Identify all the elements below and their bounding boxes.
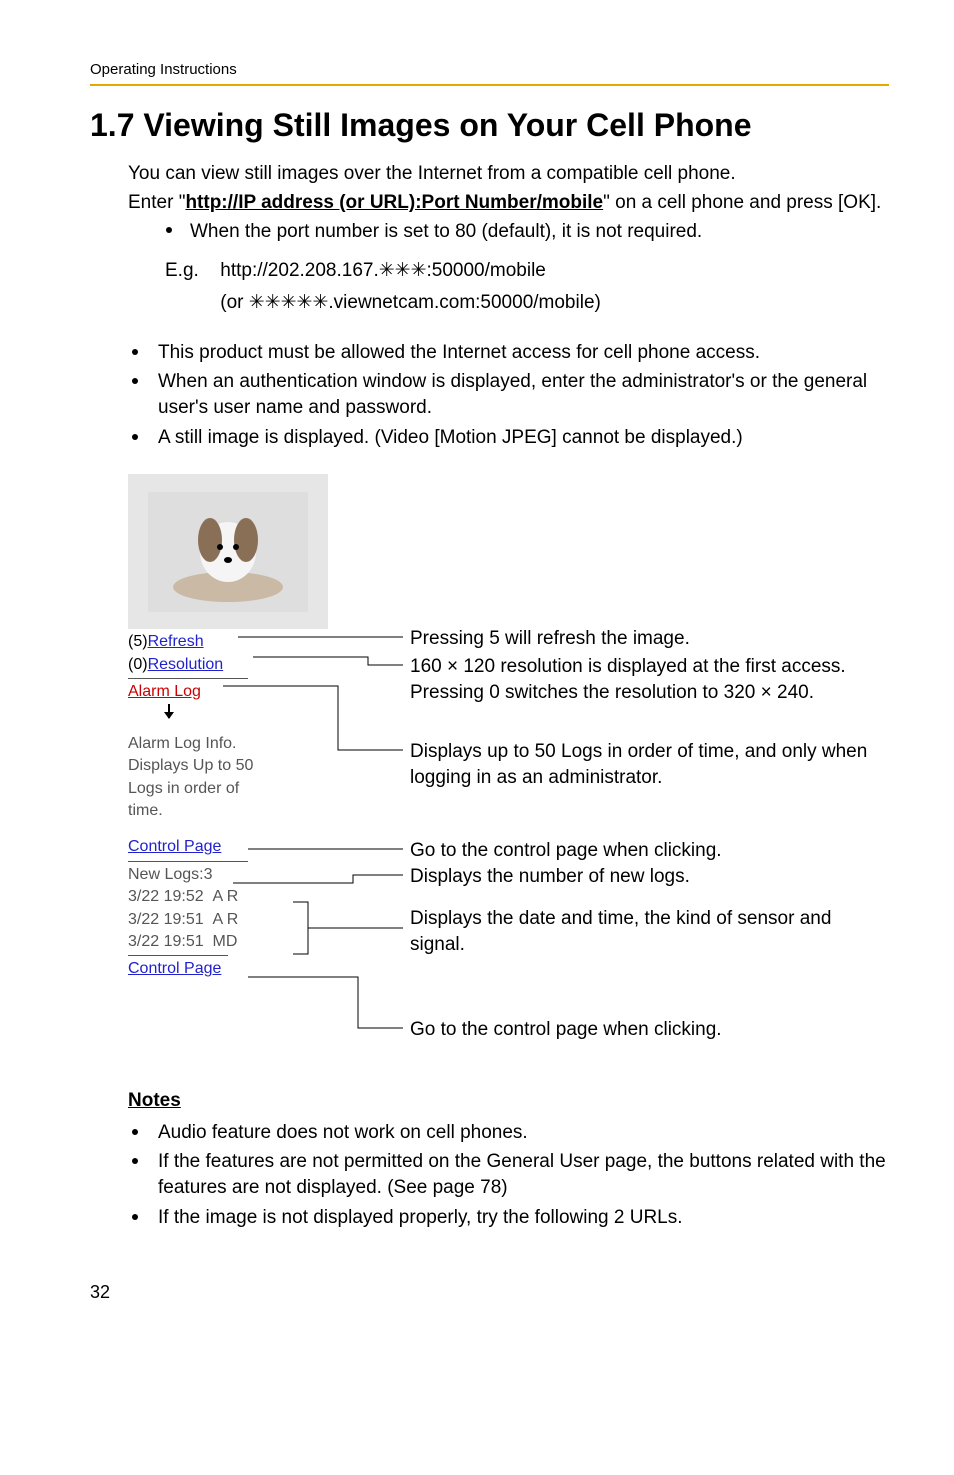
phone-hr-2 [128, 861, 248, 862]
example-line-1: http://202.208.167.✳✳✳:50000/mobile [220, 258, 601, 284]
note-1: Audio feature does not work on cell phon… [128, 1120, 889, 1146]
dog-icon [148, 492, 308, 612]
page: Operating Instructions 1.7 Viewing Still… [0, 0, 954, 1345]
alarm-info-1: Alarm Log Info. [128, 733, 328, 755]
running-header: Operating Instructions [90, 60, 889, 80]
resolution-line: (0)Resolution [128, 654, 328, 676]
main-bullet-list: This product must be allowed the Interne… [128, 340, 889, 451]
log-row-1: 3/22 19:52 A R [128, 886, 328, 908]
new-logs: New Logs:3 [128, 864, 328, 886]
main-bullet-1: This product must be allowed the Interne… [128, 340, 889, 366]
header-divider [90, 84, 889, 86]
note-3: If the image is not displayed properly, … [128, 1205, 889, 1231]
diagram: (5)Refresh (0)Resolution Alarm Log Alarm… [128, 474, 889, 1064]
bullet-dot-icon [166, 227, 172, 233]
intro-line-2: Enter "http://IP address (or URL):Port N… [128, 190, 889, 216]
example-block: E.g. http://202.208.167.✳✳✳:50000/mobile… [165, 258, 889, 321]
callout-refresh: Pressing 5 will refresh the image. [410, 626, 690, 652]
camera-image-placeholder [128, 474, 328, 629]
notes-list: Audio feature does not work on cell phon… [128, 1120, 889, 1231]
callout-control-top: Go to the control page when clicking. [410, 838, 722, 864]
page-title: 1.7 Viewing Still Images on Your Cell Ph… [90, 104, 889, 147]
notes-heading: Notes [128, 1088, 889, 1114]
control-page-link-bottom[interactable]: Control Page [128, 960, 221, 977]
callout-resolution: 160 × 120 resolution is displayed at the… [410, 654, 905, 705]
alarm-log-link[interactable]: Alarm Log [128, 683, 201, 700]
callout-new-logs: Displays the number of new logs. [410, 864, 690, 890]
phone-hr-3 [128, 955, 228, 956]
refresh-link[interactable]: Refresh [148, 633, 204, 650]
alarm-info-3: Logs in order of [128, 778, 328, 800]
intro-sub-bullet: When the port number is set to 80 (defau… [166, 219, 889, 245]
callout-date-time: Displays the date and time, the kind of … [410, 906, 890, 957]
main-bullet-2: When an authentication window is display… [128, 369, 889, 420]
page-number: 32 [90, 1280, 889, 1304]
phone-text: (5)Refresh (0)Resolution Alarm Log Alarm… [128, 631, 328, 980]
log-row-2: 3/22 19:51 A R [128, 909, 328, 931]
alarm-info-4: time. [128, 800, 328, 822]
arrow-down-icon [168, 704, 170, 718]
refresh-line: (5)Refresh [128, 631, 328, 653]
resolution-link[interactable]: Resolution [148, 656, 224, 673]
note-2: If the features are not permitted on the… [128, 1149, 889, 1200]
alarm-info-2: Displays Up to 50 [128, 755, 328, 777]
log-row-3: 3/22 19:51 MD [128, 931, 328, 953]
example-line-2: (or ✳✳✳✳✳.viewnetcam.com:50000/mobile) [220, 290, 601, 316]
notes-block: Notes Audio feature does not work on cel… [128, 1088, 889, 1230]
phone-hr-1 [128, 678, 248, 679]
example-label: E.g. [165, 258, 215, 284]
callout-control-bottom: Go to the control page when clicking. [410, 1017, 722, 1043]
intro-block: You can view still images over the Inter… [128, 161, 889, 244]
intro-url: http://IP address (or URL):Port Number/m… [185, 192, 603, 213]
main-bullet-3: A still image is displayed. (Video [Moti… [128, 425, 889, 451]
control-page-link-top[interactable]: Control Page [128, 838, 221, 855]
intro-line-1: You can view still images over the Inter… [128, 161, 889, 187]
callout-alarm-log: Displays up to 50 Logs in order of time,… [410, 739, 905, 790]
phone-column: (5)Refresh (0)Resolution Alarm Log Alarm… [128, 474, 328, 980]
